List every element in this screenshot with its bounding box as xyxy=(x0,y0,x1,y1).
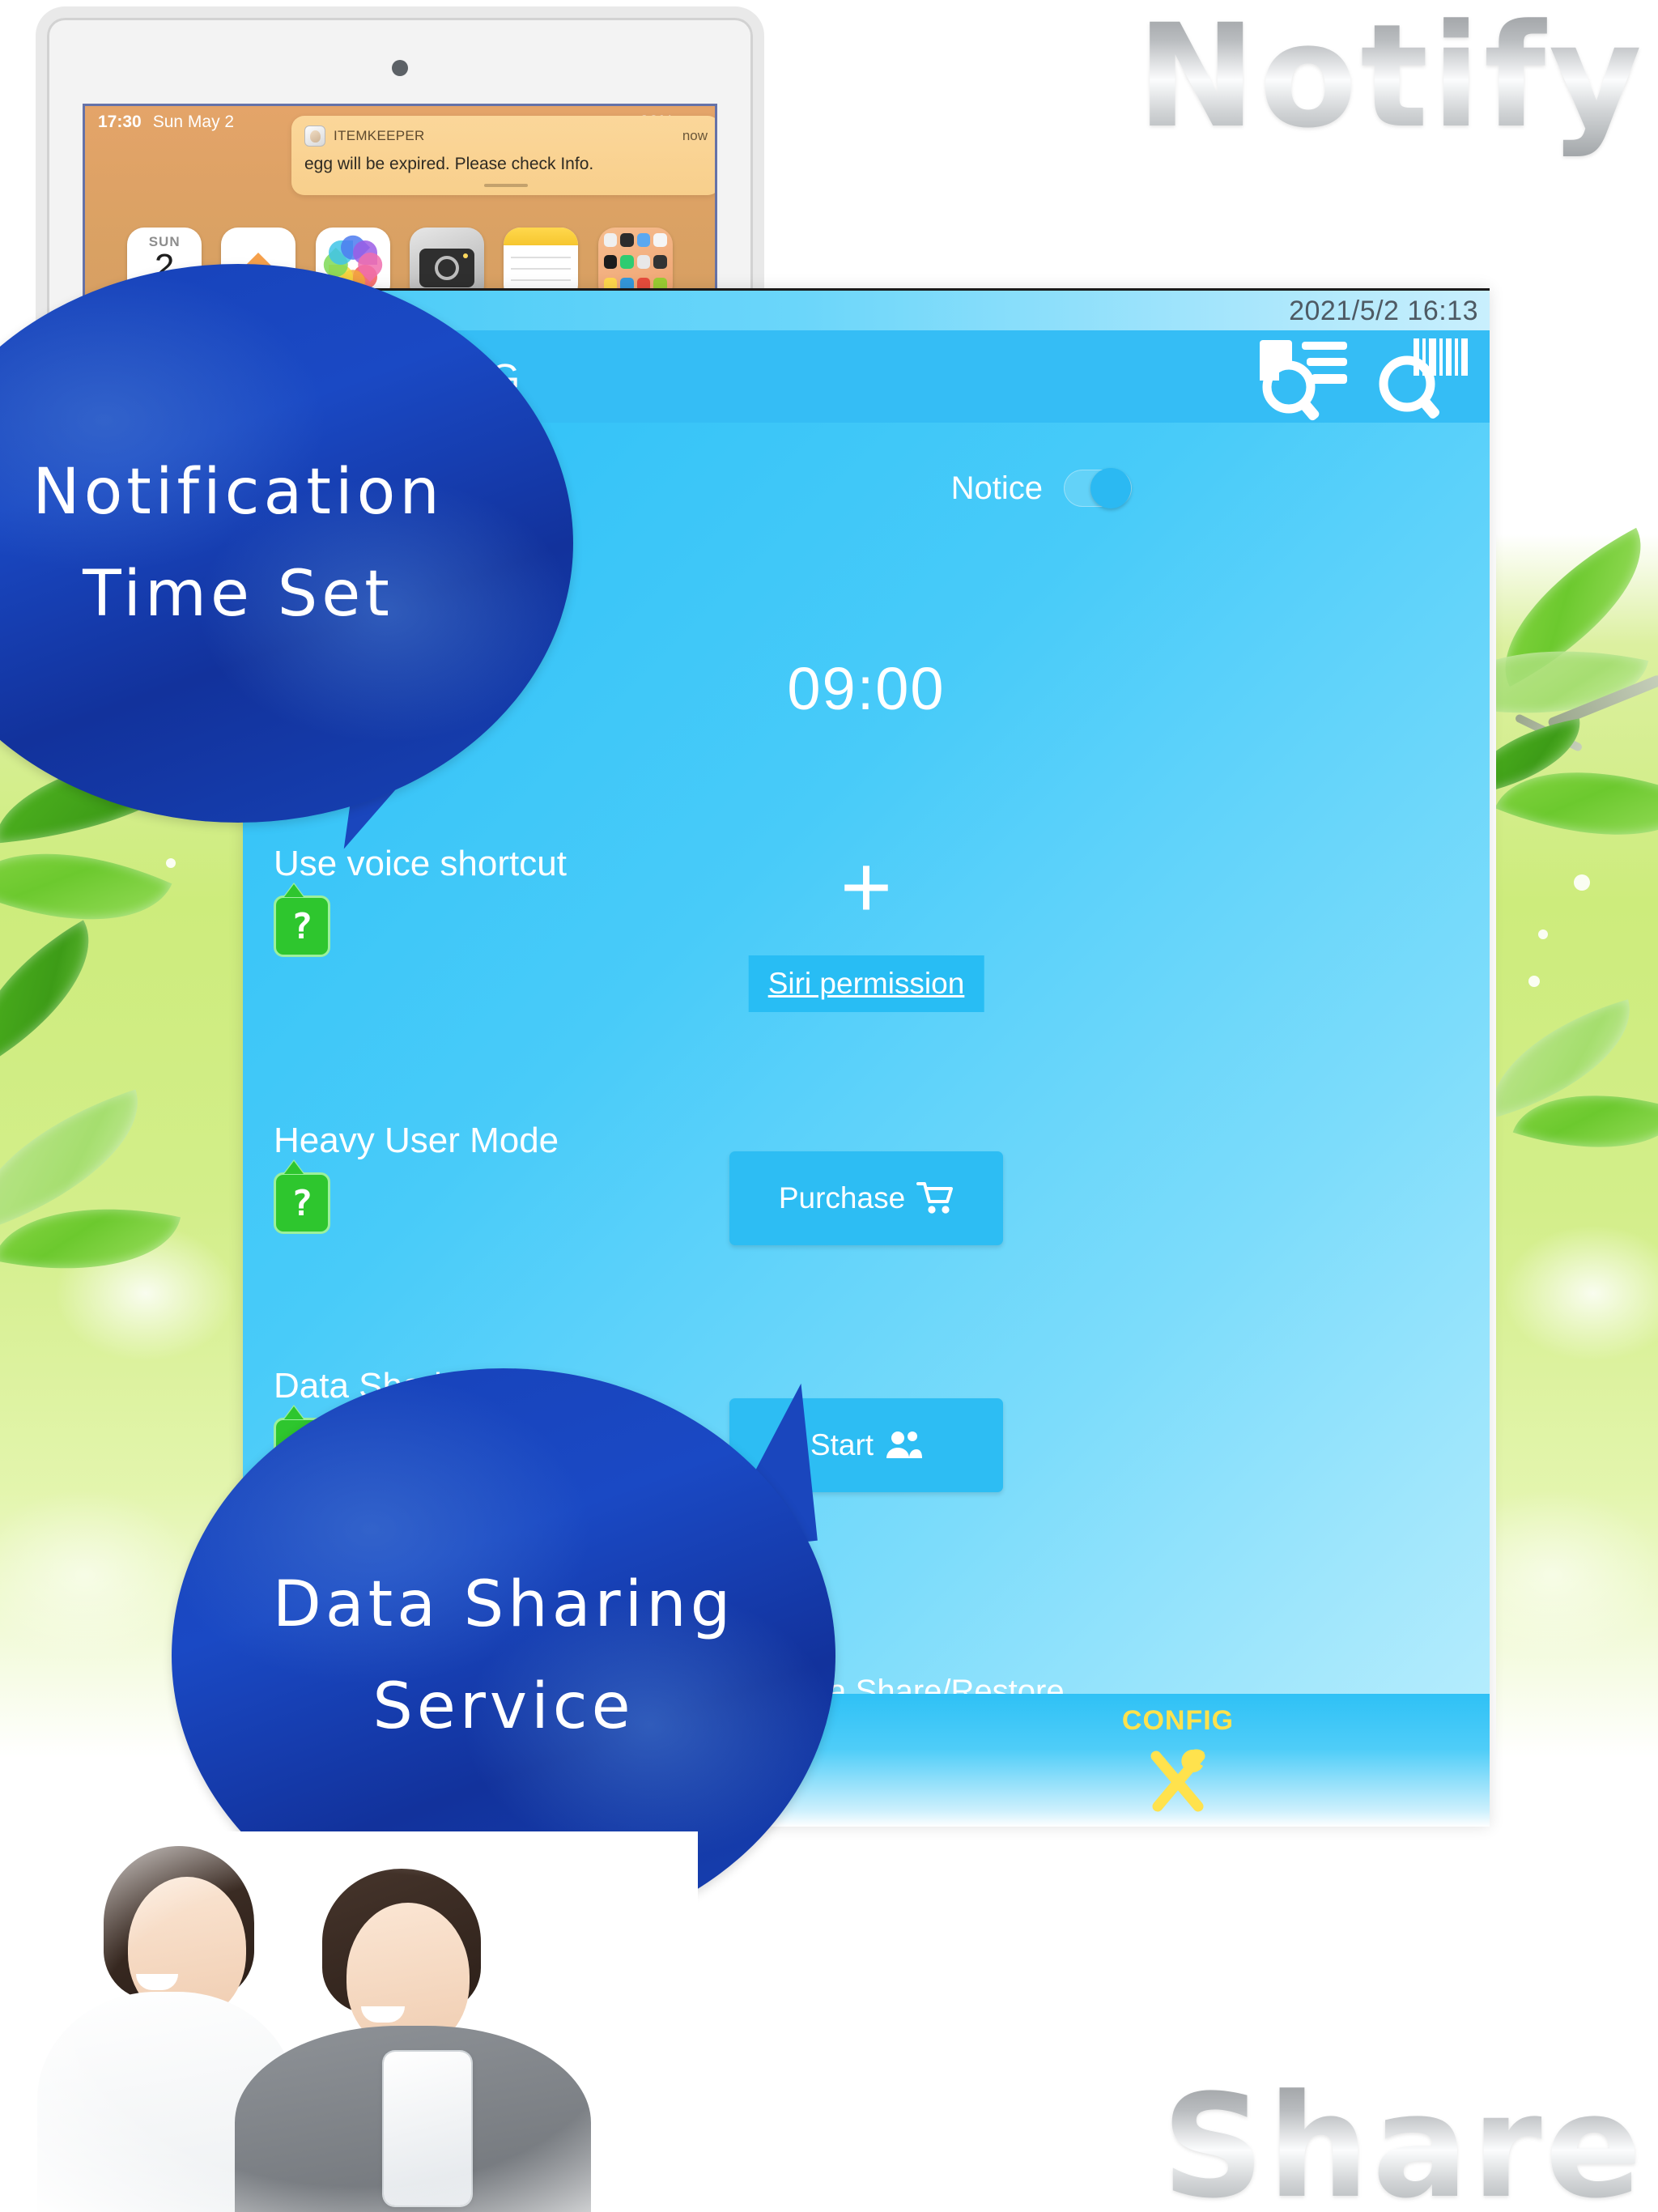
app-datetime: 2021/5/2 16:13 xyxy=(1289,296,1478,326)
notice-label: Notice xyxy=(950,470,1043,506)
leaf-background-right xyxy=(1496,0,1658,2212)
itemkeeper-app-icon xyxy=(304,125,325,147)
purchase-label: Purchase xyxy=(778,1181,906,1214)
notification-timestamp: now xyxy=(682,128,708,143)
heavy-user-mode-label: Heavy User Mode xyxy=(274,1121,559,1160)
help-icon[interactable]: ? xyxy=(274,895,330,957)
notify-wordmark: Notify xyxy=(1137,0,1645,160)
screenshot-root: 17:30Sun May 2 33% ITEMKEEPER now egg wi… xyxy=(0,0,1658,2212)
heavy-user-mode-row: Heavy User Mode ? xyxy=(274,1121,559,1234)
notification-app-name: ITEMKEEPER xyxy=(334,128,425,143)
notice-toggle[interactable] xyxy=(1064,468,1132,508)
notification-grip-handle[interactable] xyxy=(484,184,528,187)
couple-with-smartphone-photo xyxy=(18,1831,698,2212)
add-shortcut-button[interactable]: + xyxy=(840,843,892,932)
tab-label: CONFIG xyxy=(1121,1705,1235,1736)
siri-permission-label: Siri permission xyxy=(767,967,965,1000)
ios-date: Sun May 2 xyxy=(152,113,235,131)
callout-line-2: Time Set xyxy=(83,558,393,631)
tab-config[interactable]: CONFIG xyxy=(866,1694,1490,1827)
ios-notification-banner[interactable]: ITEMKEEPER now egg will be expired. Plea… xyxy=(291,116,715,195)
voice-shortcut-row: Use voice shortcut ? xyxy=(274,844,567,957)
notice-setting-row: Notice xyxy=(950,468,1132,508)
document-search-icon[interactable] xyxy=(1256,337,1354,433)
front-camera-icon xyxy=(392,60,408,76)
tools-icon xyxy=(1143,1745,1213,1817)
purchase-button[interactable]: Purchase xyxy=(729,1151,1003,1245)
callout-line-2: Service xyxy=(372,1670,635,1743)
start-label: Start xyxy=(810,1428,874,1461)
ios-clock: 17:30 xyxy=(98,113,142,131)
shopping-cart-icon xyxy=(916,1182,954,1214)
siri-permission-button[interactable]: Siri permission xyxy=(748,955,984,1012)
barcode-search-icon[interactable] xyxy=(1373,337,1470,433)
share-wordmark: Share xyxy=(1162,2064,1645,2212)
callout-line-1: Notification xyxy=(32,455,444,529)
callout-line-1: Data Sharing xyxy=(272,1568,735,1641)
notification-message: egg will be expired. Please check Info. xyxy=(304,155,594,173)
help-icon[interactable]: ? xyxy=(274,1172,330,1234)
people-group-icon xyxy=(886,1431,923,1458)
